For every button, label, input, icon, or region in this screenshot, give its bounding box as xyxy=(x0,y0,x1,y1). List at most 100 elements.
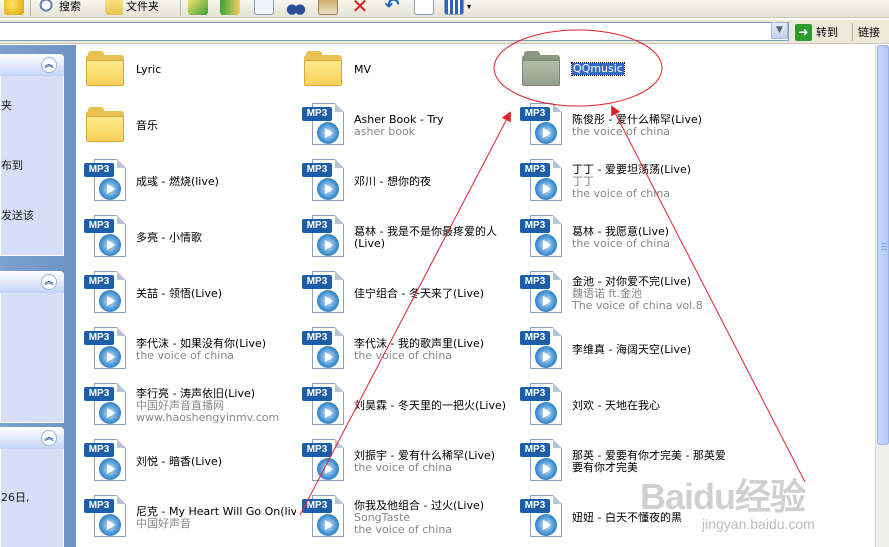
move-to-button[interactable] xyxy=(188,0,208,16)
mp3-file-item[interactable]: MP3 刘昊霖 - 冬天里的一把火(Live) xyxy=(296,381,511,431)
mp3-file-item[interactable]: MP3 葛林 - 我是不是你最疼爱的人(Live) xyxy=(296,213,511,263)
mp3-tag: MP3 xyxy=(84,275,114,289)
toolbar-separator xyxy=(180,0,181,16)
mp3-file-item[interactable]: MP3 刘欢 - 天地在我心 xyxy=(514,381,729,431)
mp3-file-item[interactable]: MP3 李代沫 - 如果没有你(Live) the voice of china xyxy=(78,325,293,375)
folder-icon xyxy=(522,51,564,87)
task-link-text[interactable]: 夹 xyxy=(1,97,12,113)
mp3-file-item[interactable]: MP3 葛林 - 我愿意(Live) the voice of china xyxy=(514,213,729,263)
back-button[interactable] xyxy=(4,0,24,16)
item-title: 尼克 - My Heart Will Go On(live) xyxy=(136,506,296,518)
task-link-text[interactable]: 发送该 xyxy=(1,207,34,223)
address-dropdown-button[interactable]: ▼ xyxy=(771,22,788,39)
search-button[interactable]: 搜索 xyxy=(38,0,81,16)
item-title: 李代沫 - 我的歌声里(Live) xyxy=(354,338,485,350)
go-button[interactable]: ➜ 转到 xyxy=(795,23,838,41)
grip-line xyxy=(881,243,887,244)
mp3-file-item[interactable]: MP3 李维真 - 海阔天空(Live) xyxy=(514,325,729,375)
mp3-file-item[interactable]: MP3 刘振宇 - 爱有什么稀罕(Live) the voice of china xyxy=(296,437,511,487)
folder-icon xyxy=(304,51,346,87)
cut-button[interactable] xyxy=(286,0,306,16)
mp3-file-item[interactable]: MP3 关喆 - 领悟(Live) xyxy=(78,269,293,319)
mp3-file-item[interactable]: MP3 你我及他组合 - 过火(Live) SongTaste the voice o… xyxy=(296,493,511,543)
folder-item[interactable]: MV xyxy=(296,45,511,95)
toolbar-separator xyxy=(30,0,31,16)
mp3-file-item[interactable]: MP3 陈俊彤 - 爱什么稀罕(Live) the voice of china xyxy=(514,101,729,151)
mp3-file-item[interactable]: MP3 佳宁组合 - 冬天来了(Live) xyxy=(296,269,511,319)
address-bar: ▼ ➜ 转到 链接 xyxy=(0,20,889,44)
item-title: 李行亮 - 涛声依旧(Live) xyxy=(136,388,256,400)
item-text: 多亮 - 小情歌 xyxy=(136,213,296,263)
address-input[interactable] xyxy=(0,22,789,41)
item-subtitle: 中国好声音 xyxy=(136,518,191,530)
vertical-scrollbar[interactable] xyxy=(875,45,889,547)
task-group-header[interactable]: ︽ xyxy=(0,271,64,293)
delete-button[interactable]: ✕ xyxy=(350,0,370,16)
task-link-text[interactable]: 布到 xyxy=(1,157,23,173)
properties-button[interactable] xyxy=(414,0,434,16)
item-title: 葛林 - 我是不是你最疼爱的人(Live) xyxy=(354,226,497,250)
mp3-file-item[interactable]: MP3 丁丁 - 爱要坦荡荡(Live) 丁丁 the voice of china xyxy=(514,157,729,207)
undo-button[interactable]: ↶ xyxy=(382,0,402,16)
item-subtitle: the voice of china xyxy=(136,350,235,362)
back-icon xyxy=(4,0,24,15)
toolbar: 搜索 文件夹 ✕ ↶ ▾ xyxy=(0,0,889,18)
folder-item[interactable]: 音乐 xyxy=(78,101,293,151)
folders-icon xyxy=(105,0,123,15)
item-subtitle: the voice of china xyxy=(572,188,671,200)
item-title: QQmusic xyxy=(571,61,625,76)
address-separator xyxy=(852,23,853,41)
mp3-tag: MP3 xyxy=(302,275,332,289)
paste-button[interactable] xyxy=(318,0,338,16)
mp3-file-icon: MP3 xyxy=(302,103,346,147)
item-subtitle: SongTaste xyxy=(354,512,411,524)
mp3-file-item[interactable]: MP3 李行亮 - 涛声依旧(Live) 中国好声音直播网 www.haoshengy… xyxy=(78,381,293,431)
collapse-icon[interactable]: ︽ xyxy=(41,274,57,290)
mp3-file-item[interactable]: MP3 妞妞 - 白天不懂夜的黑 xyxy=(514,493,729,543)
item-title: 成彧 - 燃烧(live) xyxy=(136,176,219,188)
item-subtitle: 中国好声音直播网 xyxy=(136,400,224,412)
folders-button[interactable]: 文件夹 xyxy=(105,0,159,16)
mp3-file-item[interactable]: MP3 刘悦 - 暗香(Live) xyxy=(78,437,293,487)
folder-item[interactable]: QQmusic xyxy=(514,45,729,95)
scrollbar-thumb[interactable] xyxy=(877,45,889,445)
mp3-tag: MP3 xyxy=(84,387,114,401)
mp3-file-item[interactable]: MP3 李代沫 - 我的歌声里(Live) the voice of china xyxy=(296,325,511,375)
mp3-file-item[interactable]: MP3 金池 - 对你爱不完(Live) 魏语诺 ft.金池 The voice of… xyxy=(514,269,729,319)
undo-icon: ↶ xyxy=(384,0,400,16)
item-text: 成彧 - 燃烧(live) xyxy=(136,157,296,207)
task-group-header[interactable]: ︽ xyxy=(0,54,64,76)
mp3-file-icon: MP3 xyxy=(520,103,564,147)
mp3-file-icon: MP3 xyxy=(302,271,346,315)
item-title: 金池 - 对你爱不完(Live) xyxy=(572,276,692,288)
item-text: 佳宁组合 - 冬天来了(Live) xyxy=(354,269,514,319)
views-button[interactable]: ▾ xyxy=(444,0,471,16)
task-group-header[interactable]: ︽ xyxy=(0,427,64,449)
mp3-file-item[interactable]: MP3 成彧 - 燃烧(live) xyxy=(78,157,293,207)
item-text: 葛林 - 我是不是你最疼爱的人(Live) xyxy=(354,213,514,263)
mp3-tag: MP3 xyxy=(302,107,332,121)
collapse-icon[interactable]: ︽ xyxy=(41,57,57,73)
mp3-file-icon: MP3 xyxy=(302,159,346,203)
copy-to-button[interactable] xyxy=(220,0,240,16)
item-title: 佳宁组合 - 冬天来了(Live) xyxy=(354,288,485,300)
links-button[interactable]: 链接 xyxy=(858,24,880,40)
mp3-file-icon: MP3 xyxy=(84,383,128,427)
cut-doc-button[interactable] xyxy=(254,0,274,16)
chevron-down-icon: ▾ xyxy=(467,1,472,11)
mp3-tag: MP3 xyxy=(520,275,550,289)
grip-line xyxy=(881,246,887,247)
mp3-file-item[interactable]: MP3 Asher Book - Try asher book xyxy=(296,101,511,151)
item-text: 刘欢 - 天地在我心 xyxy=(572,381,732,431)
collapse-icon[interactable]: ︽ xyxy=(41,430,57,446)
chevron-down-icon: ▼ xyxy=(776,25,783,35)
mp3-file-item[interactable]: MP3 多亮 - 小情歌 xyxy=(78,213,293,263)
mp3-file-item[interactable]: MP3 尼克 - My Heart Will Go On(live) 中国好声音 xyxy=(78,493,296,543)
mp3-file-item[interactable]: MP3 那英 - 爱要有你才完美 - 那英爱要有你才完美 xyxy=(514,437,729,487)
mp3-file-item[interactable]: MP3 邓川 - 想你的夜 xyxy=(296,157,511,207)
folder-item[interactable]: Lyric xyxy=(78,45,293,95)
item-title: MV xyxy=(354,64,372,76)
task-group-body xyxy=(0,293,64,423)
item-text: 金池 - 对你爱不完(Live) 魏语诺 ft.金池 The voice of ch… xyxy=(572,269,732,319)
item-title: 刘欢 - 天地在我心 xyxy=(572,400,660,412)
